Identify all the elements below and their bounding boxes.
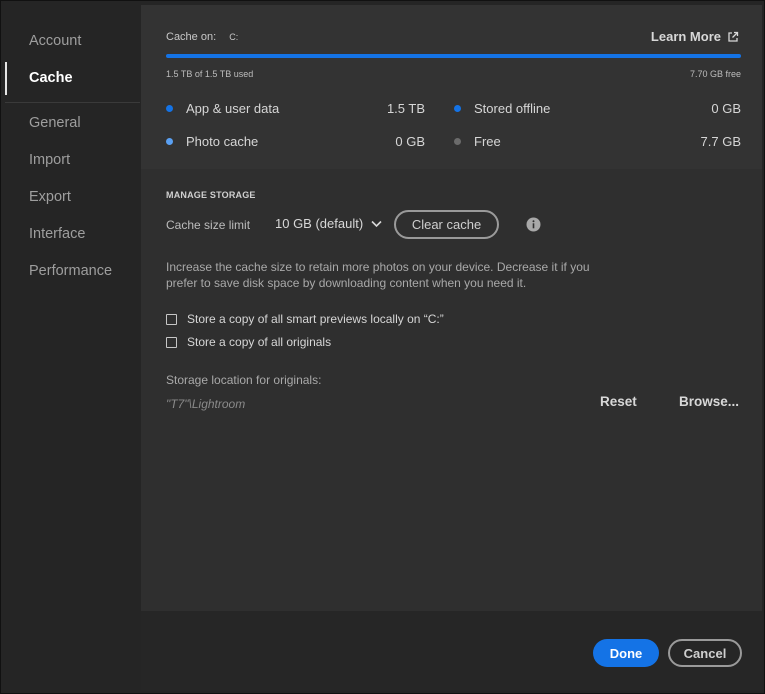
sidebar-item-cache[interactable]: Cache [5, 60, 140, 97]
cache-description: Increase the cache size to retain more p… [166, 260, 590, 290]
cache-on-label: Cache on: [166, 31, 217, 43]
cache-drive: C: [229, 32, 239, 42]
cache-on-info: Cache on: C: [166, 31, 238, 43]
learn-more-label: Learn More [650, 29, 721, 44]
legend-photo-cache: Photo cache [166, 134, 258, 149]
clear-cache-button[interactable]: Clear cache [394, 210, 499, 239]
legend-value: 0 GB [711, 101, 741, 116]
originals-checkbox-row[interactable]: Store a copy of all originals [166, 335, 331, 349]
chevron-down-icon [371, 220, 382, 227]
sidebar-item-account[interactable]: Account [5, 23, 140, 60]
browse-button[interactable]: Browse... [679, 394, 739, 409]
sidebar-divider [5, 102, 140, 103]
manage-storage-heading: MANAGE STORAGE [166, 190, 256, 200]
legend-dot-icon [454, 105, 461, 112]
storage-location-path: "T7"\Lightroom [166, 397, 246, 411]
reset-button[interactable]: Reset [600, 394, 637, 409]
cache-usage-panel: Cache on: C: Learn More 1.5 TB of 1.5 TB… [141, 5, 762, 169]
cancel-button[interactable]: Cancel [668, 639, 742, 667]
sidebar-item-import[interactable]: Import [5, 142, 140, 179]
storage-used-text: 1.5 TB of 1.5 TB used [166, 69, 254, 79]
storage-location-label: Storage location for originals: [166, 373, 322, 387]
done-button[interactable]: Done [593, 639, 659, 667]
legend-value: 1.5 TB [386, 101, 425, 116]
dialog-footer: Done Cancel [141, 611, 762, 691]
storage-free-text: 7.70 GB free [689, 69, 741, 79]
cache-size-label: Cache size limit [166, 218, 251, 232]
originals-label: Store a copy of all originals [187, 335, 332, 349]
legend-label: Photo cache [186, 134, 259, 149]
legend-dot-icon [454, 138, 461, 145]
legend-label: Stored offline [474, 101, 551, 116]
legend-free: Free [454, 134, 501, 149]
cache-size-value: 10 GB (default) [275, 216, 364, 231]
sidebar: Account Cache General Import Export Inte… [5, 5, 140, 685]
legend-value: 7.7 GB [700, 134, 741, 149]
external-link-icon [728, 31, 739, 42]
legend-stored-offline: Stored offline [454, 101, 550, 116]
sidebar-item-export[interactable]: Export [5, 179, 140, 216]
legend-label: Free [474, 134, 501, 149]
legend-label: App & user data [186, 101, 280, 116]
learn-more-link[interactable]: Learn More [651, 29, 739, 44]
smart-previews-label: Store a copy of all smart previews local… [187, 312, 444, 326]
sidebar-item-general[interactable]: General [5, 105, 140, 142]
smart-previews-checkbox-row[interactable]: Store a copy of all smart previews local… [166, 312, 444, 326]
info-icon[interactable] [526, 217, 541, 232]
preferences-dialog: Account Cache General Import Export Inte… [0, 0, 765, 694]
cache-size-dropdown[interactable]: 10 GB (default) [275, 216, 382, 231]
legend-value: 0 GB [395, 134, 425, 149]
originals-checkbox[interactable] [166, 336, 177, 348]
sidebar-item-performance[interactable]: Performance [5, 253, 140, 290]
storage-usage-bar [166, 54, 741, 58]
legend-dot-icon [166, 105, 173, 112]
legend-dot-icon [166, 138, 173, 145]
smart-previews-checkbox[interactable] [166, 313, 177, 325]
legend-app-user-data: App & user data [166, 101, 279, 116]
sidebar-item-interface[interactable]: Interface [5, 216, 140, 253]
cache-settings-panel: Cache on: C: Learn More 1.5 TB of 1.5 TB… [141, 5, 762, 611]
